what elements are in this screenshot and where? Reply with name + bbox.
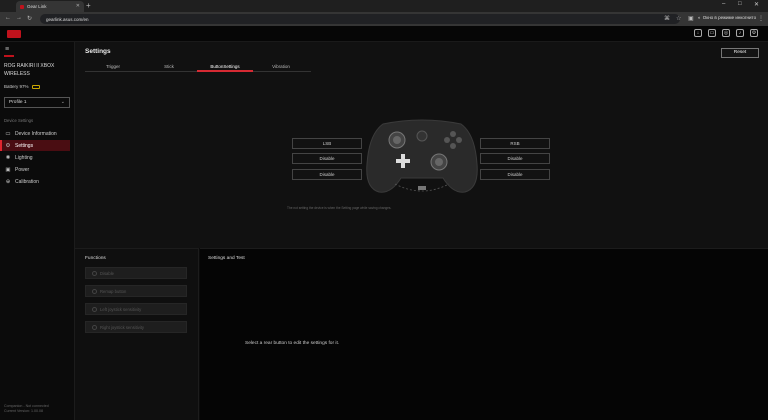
rog-logo [7,30,21,38]
settings-test-title: Settings and Test [208,256,245,261]
tab-favicon-icon [20,4,24,9]
mapping-lsb[interactable]: LSB [292,138,362,149]
battery-icon [31,84,40,89]
face-button-a[interactable] [450,143,456,149]
sidebar-item-calibration[interactable]: ⊕ Calibration [0,176,70,187]
sidebar-item-label: Lighting [15,154,33,161]
close-window-icon[interactable]: ✕ [754,1,759,8]
face-button-y[interactable] [450,131,456,137]
extensions-icon[interactable]: ▣ [688,15,694,22]
disable-icon [92,270,97,276]
sidebar-item-device-information[interactable]: ▭ Device Information [0,128,70,139]
maximize-icon[interactable]: □ [738,1,742,7]
firmware-version: Current Version: 1.00.08 [4,409,43,413]
mapping-right-2[interactable]: Disable [480,169,550,180]
reset-button[interactable]: Reset [721,48,759,58]
firmware-info: Companion - Not connected Current Versio… [4,404,49,414]
incognito-icon: ◐ [698,15,701,20]
function-remap-button[interactable]: Remap button [85,285,187,297]
mapping-rsb[interactable]: RSB [480,138,550,149]
joystick-icon [92,324,97,330]
notification-icon[interactable]: ♪ [736,29,744,37]
page-title: Settings [85,48,111,55]
battery-label: Battery 97% [4,84,29,89]
sidebar: ≡ ROG RAIKIRI II XBOX WIRELESS Battery 9… [0,42,75,420]
screenshot-icon[interactable]: ▭ [708,29,716,37]
face-button-x[interactable] [444,137,450,143]
minimize-icon[interactable]: – [722,1,725,7]
incognito-label: Окно в режиме инкогнито [702,15,757,20]
close-tab-icon[interactable]: ✕ [76,3,80,9]
bookmark-icon[interactable]: ☆ [676,15,681,22]
sidebar-item-settings[interactable]: ⚙ Settings [0,140,70,151]
dpad-horizontal[interactable] [396,159,410,163]
mapping-right-1[interactable]: Disable [480,153,550,164]
chevron-down-icon: ⌄ [60,99,65,105]
face-button-b[interactable] [456,137,462,143]
menu-icon[interactable]: ⋮ [758,15,764,22]
address-bar[interactable]: gearlink.asus.com/en [40,14,680,24]
function-label: Remap button [100,288,127,294]
tab-trigger[interactable]: Trigger [85,63,141,72]
back-icon[interactable]: ← [5,15,11,21]
joystick-icon [92,306,97,312]
download-icon[interactable]: ↓ [694,29,702,37]
bulb-icon: ✺ [5,154,11,161]
settings-tabs: Trigger Stick ButtonSettings Vibration [85,63,311,72]
tab-title: Gear Link [27,4,47,9]
brand-accent [4,55,14,57]
mapping-left-1[interactable]: Disable [292,153,362,164]
function-label: Right joystick sensitivity [100,324,144,330]
new-tab-button[interactable]: + [86,1,91,10]
app-header: ↓ ▭ ◎ ♪ ⚙ [0,26,768,42]
power-icon: ▣ [5,166,11,173]
remap-icon [92,288,97,294]
sidebar-item-lighting[interactable]: ✺ Lighting [0,152,70,163]
gear-icon: ⚙ [5,142,11,149]
rear-button-indicator [418,186,426,190]
incognito-indicator[interactable]: ◐ Окно в режиме инкогнито [698,15,756,20]
sidebar-item-label: Calibration [15,178,39,185]
sidebar-item-label: Device Information [15,130,57,137]
sidebar-item-label: Power [15,166,30,173]
sidebar-item-label: Settings [15,142,34,149]
battery-status: Battery 97% [4,84,40,89]
calibration-icon: ⊕ [5,178,11,185]
device-name: ROG RAIKIRI II XBOX WIRELESS [4,63,55,77]
settings-test-message: Select a rear button to edit the setting… [245,341,340,346]
tab-vibration[interactable]: Vibration [253,63,309,72]
hamburger-icon[interactable]: ≡ [5,46,9,53]
function-label: Disable [100,270,114,276]
section-label: Device Settings [4,118,34,123]
mapping-left-2[interactable]: Disable [292,169,362,180]
sidebar-item-power[interactable]: ▣ Power [0,164,70,175]
hint-text: The not setting the device is when the S… [287,206,392,210]
functions-panel: Functions Disable Remap button Left joys… [75,248,199,420]
function-left-joystick-sensitivity[interactable]: Left joystick sensitivity [85,303,187,315]
profile-select[interactable]: Profile 1 ⌄ [4,97,70,108]
function-right-joystick-sensitivity[interactable]: Right joystick sensitivity [85,321,187,333]
function-label: Left joystick sensitivity [100,306,142,312]
xbox-button[interactable] [416,130,428,142]
browser-tab[interactable]: Gear Link ✕ [16,1,84,12]
main-panel: Settings Reset Trigger Stick ButtonSetti… [75,42,768,248]
settings-test-panel: Settings and Test Select a rear button t… [200,248,768,420]
forward-icon[interactable]: → [16,15,22,21]
controller-illustration [366,119,478,193]
info-icon: ▭ [5,130,11,137]
feedback-icon[interactable]: ◎ [722,29,730,37]
functions-title: Functions [85,256,106,261]
reload-icon[interactable]: ↻ [27,15,32,22]
settings-icon[interactable]: ⚙ [750,29,758,37]
browser-tab-strip: Gear Link ✕ + – □ ✕ [0,0,768,12]
translate-icon[interactable]: ⌘ [664,15,670,22]
url-text: gearlink.asus.com/en [46,16,89,22]
function-disable[interactable]: Disable [85,267,187,279]
browser-toolbar: ← → ↻ gearlink.asus.com/en ⌘ ☆ ▣ ◐ Окно … [0,12,768,26]
tab-button-settings[interactable]: ButtonSettings [197,63,253,72]
tab-stick[interactable]: Stick [141,63,197,72]
profile-value: Profile 1 [9,100,27,105]
